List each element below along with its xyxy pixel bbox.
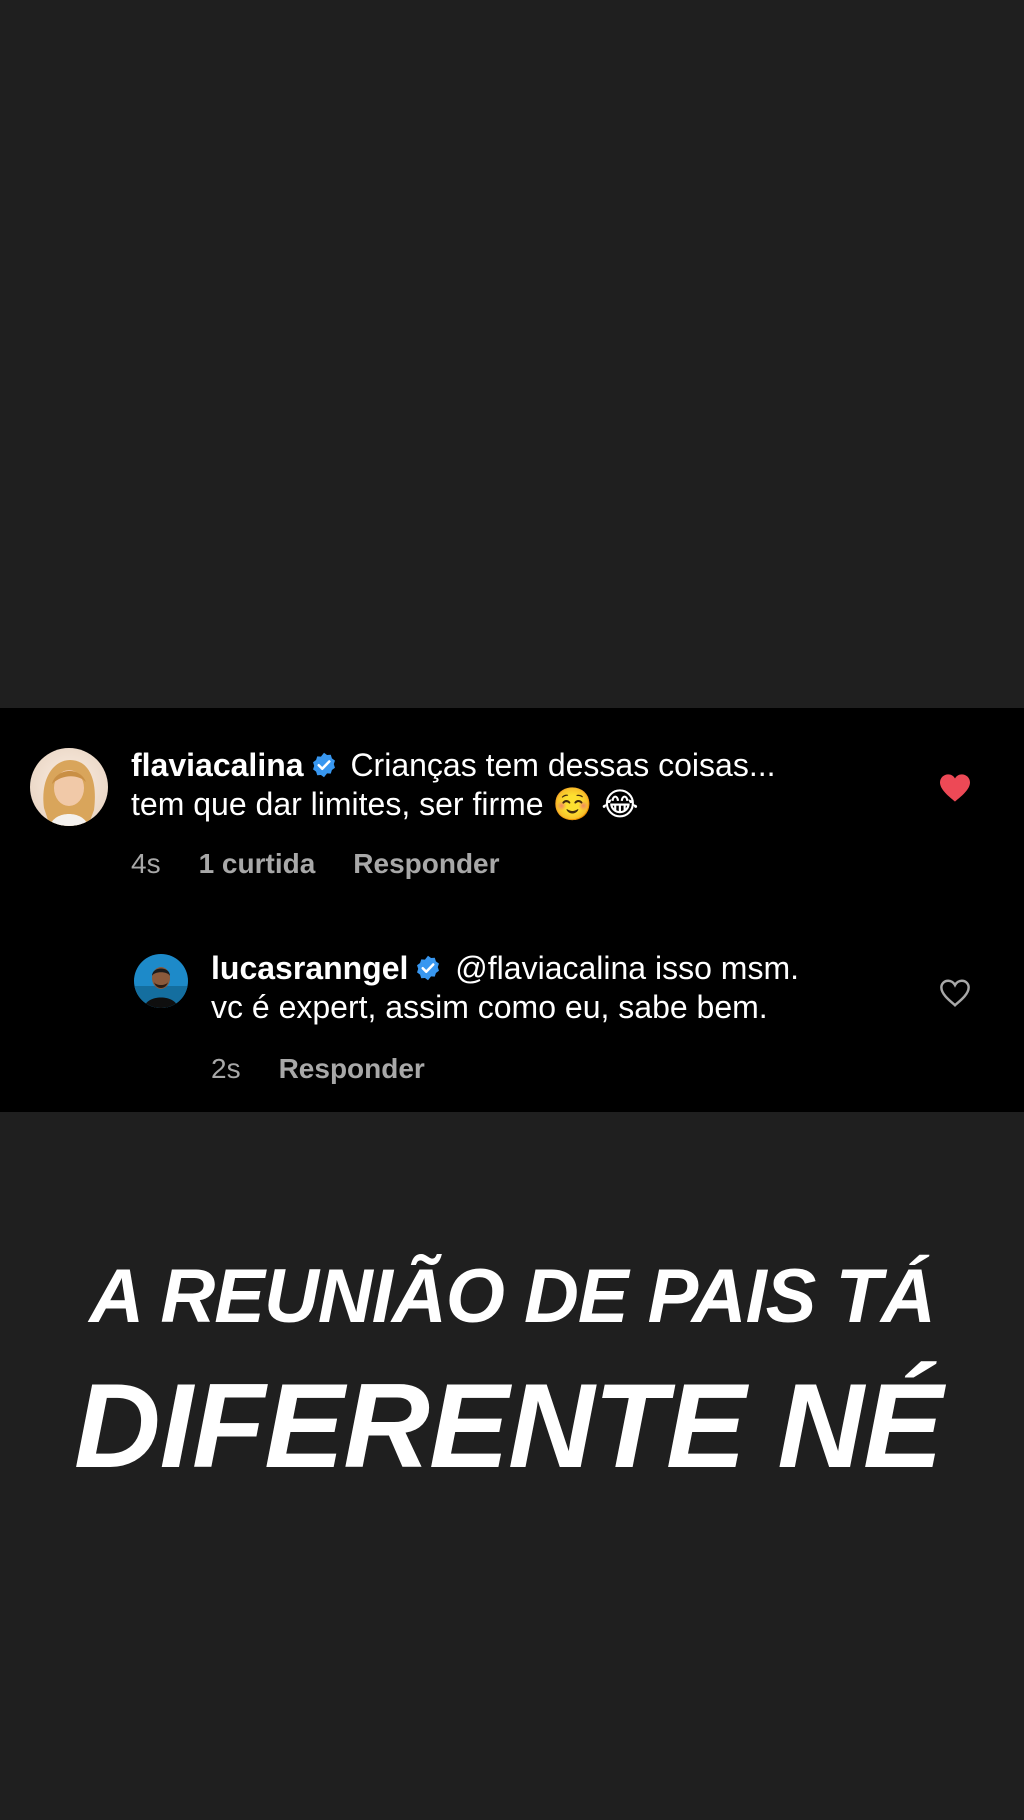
comment-lucasranngel: lucasranngel @flaviacalina isso msm. vc … — [0, 908, 1024, 1098]
comment-time: 4s — [131, 848, 161, 879]
story-caption-line1: A REUNIÃO DE PAIS TÁ — [89, 1254, 936, 1339]
username[interactable]: flaviacalina — [131, 747, 304, 783]
likes-count[interactable]: 1 curtida — [199, 848, 316, 879]
username[interactable]: lucasranngel — [211, 950, 408, 986]
comment-meta: 2s Responder — [211, 1053, 463, 1085]
story-caption-line2: DIFERENTE NÉ — [73, 1359, 943, 1493]
comment-body-line2: vc é expert, assim como eu, sabe bem. — [211, 989, 768, 1025]
reply-button[interactable]: Responder — [279, 1053, 425, 1084]
like-heart-icon[interactable] — [938, 773, 972, 803]
verified-badge-icon — [417, 955, 440, 981]
comments-card: flaviacalina Crianças tem dessas coisas.… — [0, 708, 1024, 1112]
comment-meta: 4s 1 curtida Responder — [131, 848, 538, 880]
comment-body-line2: tem que dar limites, ser firme ☺️ 😂 — [131, 786, 639, 822]
reply-button[interactable]: Responder — [353, 848, 499, 879]
comment-text: flaviacalina Crianças tem dessas coisas.… — [131, 746, 775, 824]
comment-flaviacalina: flaviacalina Crianças tem dessas coisas.… — [0, 708, 1024, 888]
comment-body-line1: @flaviacalina isso msm. — [455, 950, 799, 986]
comment-body-line1: Crianças tem dessas coisas... — [350, 747, 776, 783]
comment-time: 2s — [211, 1053, 241, 1084]
comment-text: lucasranngel @flaviacalina isso msm. vc … — [211, 949, 799, 1027]
avatar[interactable] — [134, 954, 188, 1008]
avatar[interactable] — [30, 748, 108, 826]
verified-badge-icon — [312, 752, 335, 778]
like-heart-outline-icon[interactable] — [938, 978, 972, 1008]
